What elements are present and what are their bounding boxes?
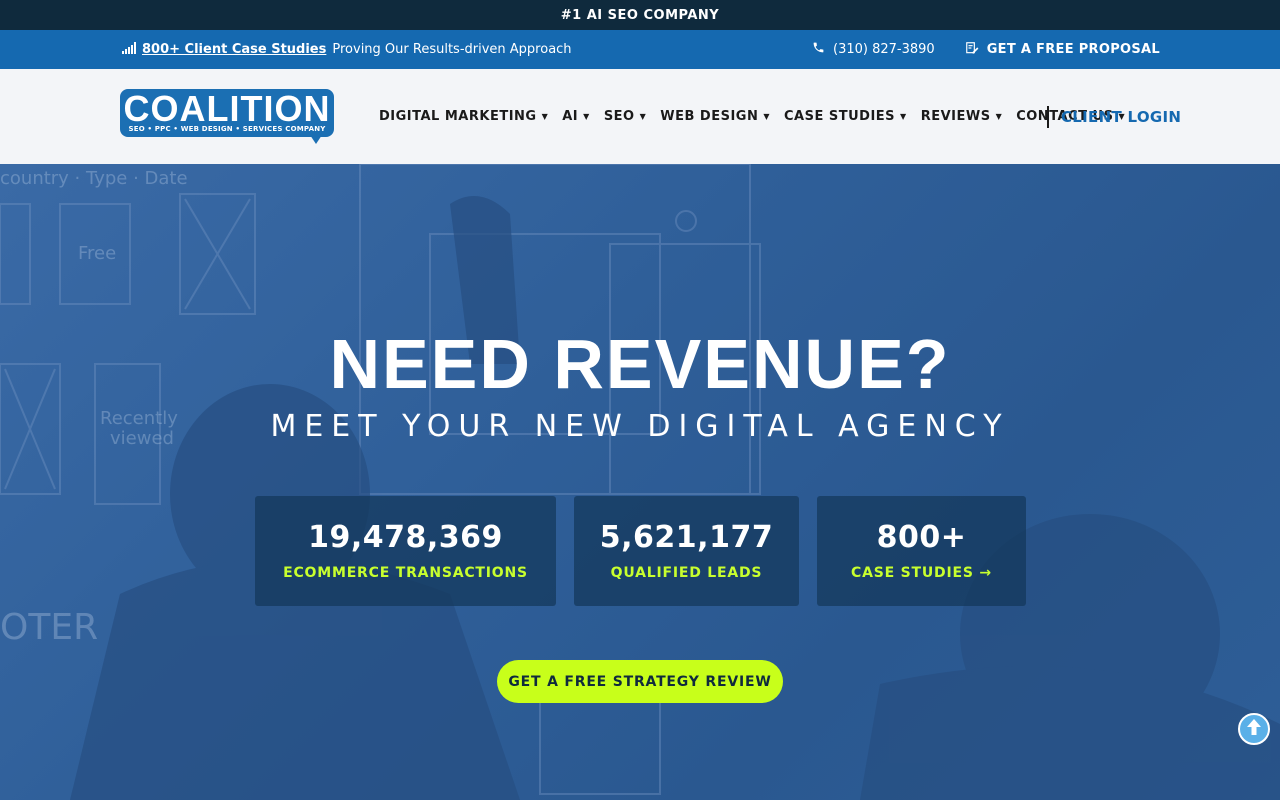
caret-down-icon: ▼ bbox=[583, 112, 590, 121]
case-studies-link-label[interactable]: CASE STUDIES → bbox=[817, 565, 1026, 581]
logo-speech-tail bbox=[310, 135, 322, 144]
svg-text:Free: Free bbox=[78, 243, 116, 264]
caret-down-icon: ▼ bbox=[995, 112, 1003, 121]
stat-number: 19,478,369 bbox=[308, 520, 503, 555]
free-strategy-review-button[interactable]: GET A FREE STRATEGY REVIEW bbox=[497, 660, 783, 703]
free-proposal-link[interactable]: GET A FREE PROPOSAL bbox=[965, 41, 1160, 59]
stat-number: 800+ bbox=[876, 520, 967, 555]
nav-item-label: WEB DESIGN bbox=[660, 109, 759, 124]
utility-actions: (310) 827-3890 GET A FREE PROPOSAL bbox=[812, 30, 1160, 69]
phone-link[interactable]: (310) 827-3890 bbox=[812, 41, 935, 58]
hero-background-illustration: country · Type · Date Free Recently view… bbox=[0, 164, 1280, 800]
hero-headline: NEED REVENUE? bbox=[329, 325, 951, 403]
phone-number: (310) 827-3890 bbox=[833, 42, 935, 57]
nav-item-label: DIGITAL MARKETING bbox=[379, 109, 537, 124]
nav-item-web-design[interactable]: WEB DESIGN ▼ bbox=[660, 109, 770, 124]
free-proposal-label: GET A FREE PROPOSAL bbox=[986, 42, 1160, 57]
svg-text:OTER: OTER bbox=[0, 607, 98, 648]
main-header: COALITION SEO • PPC • WEB DESIGN • SERVI… bbox=[0, 69, 1280, 164]
stat-label: ECOMMERCE TRANSACTIONS bbox=[283, 565, 528, 581]
nav-divider bbox=[1047, 106, 1049, 128]
hero-subheadline: MEET YOUR NEW DIGITAL AGENCY bbox=[270, 409, 1010, 444]
logo-wordmark: COALITION bbox=[123, 88, 331, 129]
case-studies-tagline: Proving Our Results-driven Approach bbox=[332, 42, 572, 57]
announcement-text: #1 AI SEO COMPANY bbox=[560, 7, 720, 23]
nav-item-label: AI bbox=[562, 109, 579, 124]
arrow-up-icon bbox=[1246, 718, 1262, 741]
nav-item-case-studies[interactable]: CASE STUDIES ▼ bbox=[784, 109, 907, 124]
nav-item-label: SEO bbox=[603, 109, 635, 124]
logo-tagline: SEO • PPC • WEB DESIGN • SERVICES COMPAN… bbox=[128, 125, 326, 133]
caret-down-icon: ▼ bbox=[639, 112, 647, 121]
announcement-bar: #1 AI SEO COMPANY bbox=[0, 0, 1280, 30]
stat-card-leads: 5,621,177 QUALIFIED LEADS bbox=[574, 496, 799, 606]
caret-down-icon: ▼ bbox=[900, 112, 907, 121]
main-nav: DIGITAL MARKETING ▼ AI ▼ SEO ▼ WEB DESIGN ▼ … bbox=[379, 69, 1125, 164]
signal-bars-icon bbox=[122, 41, 136, 58]
hero-section: country · Type · Date Free Recently view… bbox=[0, 164, 1280, 800]
nav-item-seo[interactable]: SEO ▼ bbox=[604, 109, 646, 124]
nav-item-ai[interactable]: AI ▼ bbox=[562, 109, 590, 124]
stat-number: 5,621,177 bbox=[599, 520, 774, 555]
case-studies-link[interactable]: 800+ Client Case Studies bbox=[142, 42, 326, 57]
scroll-to-top-button[interactable] bbox=[1238, 713, 1270, 745]
caret-down-icon: ▼ bbox=[763, 112, 770, 121]
proposal-edit-icon bbox=[965, 41, 979, 59]
client-login-link[interactable]: CLIENT LOGIN bbox=[1061, 69, 1181, 164]
nav-item-label: CASE STUDIES bbox=[784, 109, 896, 124]
phone-icon bbox=[812, 41, 825, 58]
utility-bar: 800+ Client Case Studies Proving Our Res… bbox=[0, 30, 1280, 69]
nav-item-digital-marketing[interactable]: DIGITAL MARKETING ▼ bbox=[379, 109, 548, 124]
stat-label: QUALIFIED LEADS bbox=[610, 565, 763, 581]
nav-item-label: REVIEWS bbox=[920, 109, 991, 124]
coalition-logo[interactable]: COALITION SEO • PPC • WEB DESIGN • SERVI… bbox=[120, 89, 334, 144]
svg-text:country · Type · Date: country · Type · Date bbox=[0, 168, 188, 189]
stat-card-case-studies[interactable]: 800+ CASE STUDIES → bbox=[817, 496, 1026, 606]
stat-card-ecommerce: 19,478,369 ECOMMERCE TRANSACTIONS bbox=[255, 496, 556, 606]
caret-down-icon: ▼ bbox=[541, 112, 549, 121]
case-studies-promo: 800+ Client Case Studies Proving Our Res… bbox=[122, 30, 572, 69]
nav-item-reviews[interactable]: REVIEWS ▼ bbox=[921, 109, 1003, 124]
